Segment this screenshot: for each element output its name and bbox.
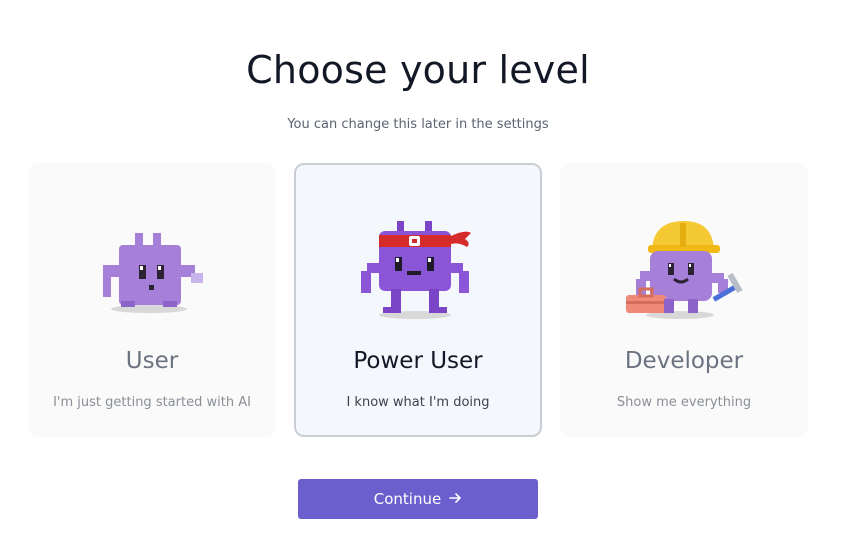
level-selection-page: Choose your level You can change this la… <box>0 0 867 548</box>
purple-monster-hardhat-icon <box>560 211 808 331</box>
page-title: Choose your level <box>246 48 590 92</box>
continue-button-label: Continue <box>373 490 442 508</box>
level-description-power-user: I know what I'm doing <box>346 395 490 410</box>
level-card-developer[interactable]: Developer Show me everything <box>560 163 808 437</box>
level-card-user[interactable]: User I'm just getting started with AI <box>28 163 276 437</box>
level-name-user: User <box>125 348 179 374</box>
purple-monster-headband-icon <box>296 211 540 331</box>
purple-monster-icon <box>28 211 276 331</box>
continue-button[interactable]: Continue <box>298 479 538 519</box>
level-name-developer: Developer <box>624 348 744 374</box>
arrow-right-icon <box>449 492 462 507</box>
level-name-power-user: Power User <box>353 348 483 374</box>
level-description-user: I'm just getting started with AI <box>53 395 251 410</box>
level-description-developer: Show me everything <box>616 395 752 410</box>
page-subtitle: You can change this later in the setting… <box>287 117 549 132</box>
level-card-power-user[interactable]: Power User I know what I'm doing <box>294 163 542 437</box>
